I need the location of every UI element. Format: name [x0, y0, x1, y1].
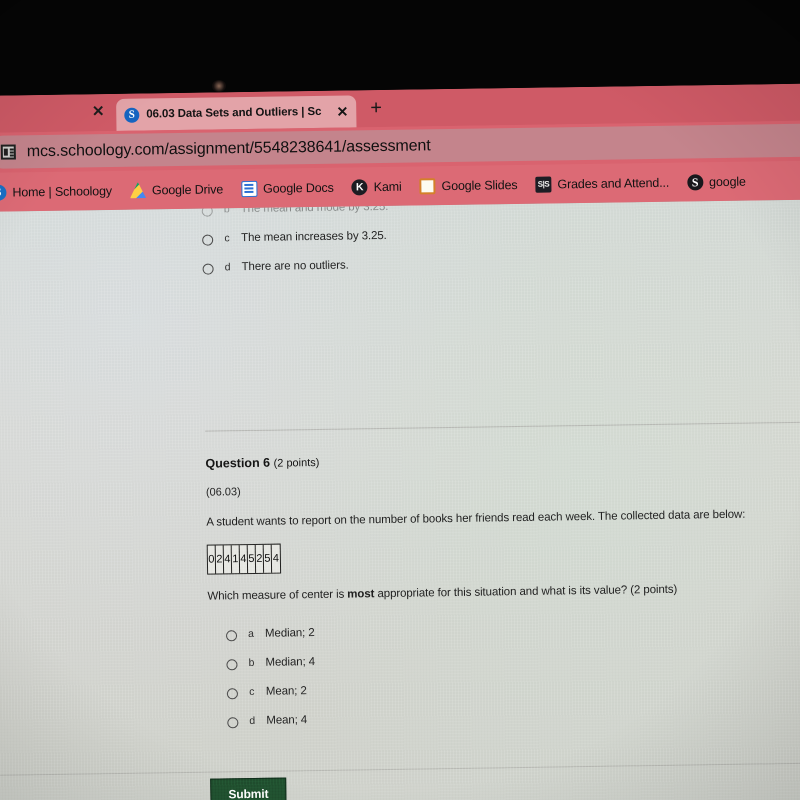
radio-icon[interactable] — [202, 263, 214, 275]
submit-row: Submit — [210, 770, 800, 800]
data-cell: 4 — [272, 552, 280, 565]
bookmark-google[interactable]: S google — [680, 171, 753, 192]
schoology-favicon-icon: S — [124, 107, 140, 123]
browser-chrome: ✕ S 06.03 Data Sets and Outliers | Sc ✕ … — [0, 83, 800, 212]
answer-option-b[interactable]: b Median; 4 — [226, 649, 800, 671]
tab-close-icon[interactable]: ✕ — [334, 103, 348, 120]
new-tab-button[interactable]: + — [370, 97, 382, 119]
question-number: Question 6 — [205, 455, 271, 471]
tab-title: 06.03 Data Sets and Outliers | Sc — [146, 105, 322, 121]
bookmark-label: Google Drive — [151, 181, 224, 197]
question-prompt-intro: A student wants to report on the number … — [206, 508, 746, 529]
screenshot-root: ✕ S 06.03 Data Sets and Outliers | Sc ✕ … — [0, 0, 800, 800]
bookmark-label: Kami — [373, 179, 402, 194]
bookmark-grades-and-attendance[interactable]: S|S Grades and Attend... — [528, 172, 676, 194]
option-letter: d — [224, 261, 231, 274]
bookmark-google-docs[interactable]: Google Docs — [234, 177, 341, 199]
question-standard-code: (06.03) — [205, 486, 241, 499]
address-bar-url: mcs.schoology.com/assignment/5548238641/… — [26, 136, 431, 160]
option-text: The mean increases by 3.25. — [241, 229, 387, 245]
option-letter: d — [249, 714, 256, 728]
submit-button[interactable]: Submit — [210, 777, 287, 800]
previous-option-d[interactable]: d There are no outliers. — [202, 253, 800, 275]
google-docs-icon — [240, 180, 258, 197]
bookmark-home-schoology[interactable]: S Home | Schoology — [0, 180, 119, 202]
google-slides-icon — [419, 177, 436, 194]
option-letter: c — [249, 685, 255, 699]
bookmark-label: google — [708, 174, 746, 189]
question-points: (2 points) — [273, 456, 320, 470]
google-icon: S — [686, 173, 704, 190]
laptop-screen-area: ✕ S 06.03 Data Sets and Outliers | Sc ✕ … — [0, 83, 800, 800]
radio-icon[interactable] — [202, 234, 214, 246]
option-text: Mean; 2 — [265, 685, 307, 698]
option-text: Mean; 4 — [266, 714, 308, 727]
prompt-text-post: appropriate for this situation and what … — [374, 583, 678, 601]
question-prompt-main: Which measure of center is most appropri… — [207, 581, 777, 604]
answer-option-d[interactable]: d Mean; 4 — [227, 707, 800, 729]
bookmark-label: Grades and Attend... — [557, 175, 670, 191]
radio-icon[interactable] — [226, 688, 238, 700]
data-table: 0 2 4 1 4 5 2 5 4 — [206, 543, 282, 575]
document-icon — [0, 144, 16, 160]
assessment-page: b The mean and mode by 3.25. c The mean … — [0, 199, 800, 800]
prompt-text-pre: Which measure of center is — [207, 588, 348, 603]
bookmark-kami[interactable]: K Kami — [345, 176, 409, 197]
option-letter: a — [248, 627, 255, 641]
radio-icon[interactable] — [226, 659, 238, 671]
answer-option-c[interactable]: c Mean; 2 — [226, 678, 800, 700]
bookmark-label: Home | Schoology — [12, 183, 113, 199]
kami-icon: K — [351, 178, 368, 195]
browser-tab-active[interactable]: S 06.03 Data Sets and Outliers | Sc ✕ — [116, 95, 357, 131]
assessment-content: b The mean and mode by 3.25. c The mean … — [201, 200, 800, 800]
grades-icon: S|S — [535, 176, 552, 193]
option-text: Median; 2 — [264, 627, 315, 640]
schoology-icon: S — [0, 184, 7, 201]
previous-option-c[interactable]: c The mean increases by 3.25. — [202, 224, 800, 246]
option-letter: c — [224, 232, 230, 245]
prompt-text-emphasis: most — [347, 588, 375, 601]
bookmark-google-drive[interactable]: Google Drive — [123, 179, 230, 201]
question-6-block: Question 6 (2 points) (06.03) A student … — [205, 448, 800, 800]
radio-icon[interactable] — [225, 630, 238, 642]
bookmark-label: Google Slides — [441, 177, 518, 193]
bookmark-label: Google Docs — [262, 180, 334, 196]
option-letter: b — [248, 656, 255, 670]
option-text: There are no outliers. — [241, 259, 349, 274]
google-drive-icon — [130, 182, 146, 198]
answer-options: a Median; 2 b Median; 4 c Mean; 2 d Mean… — [225, 620, 800, 729]
screen-glare — [212, 80, 226, 92]
close-icon[interactable]: ✕ — [90, 103, 106, 120]
answer-option-a[interactable]: a Median; 2 — [225, 620, 800, 642]
radio-icon[interactable] — [227, 717, 239, 729]
option-text: Median; 4 — [265, 656, 316, 669]
bookmark-google-slides[interactable]: Google Slides — [412, 174, 524, 196]
